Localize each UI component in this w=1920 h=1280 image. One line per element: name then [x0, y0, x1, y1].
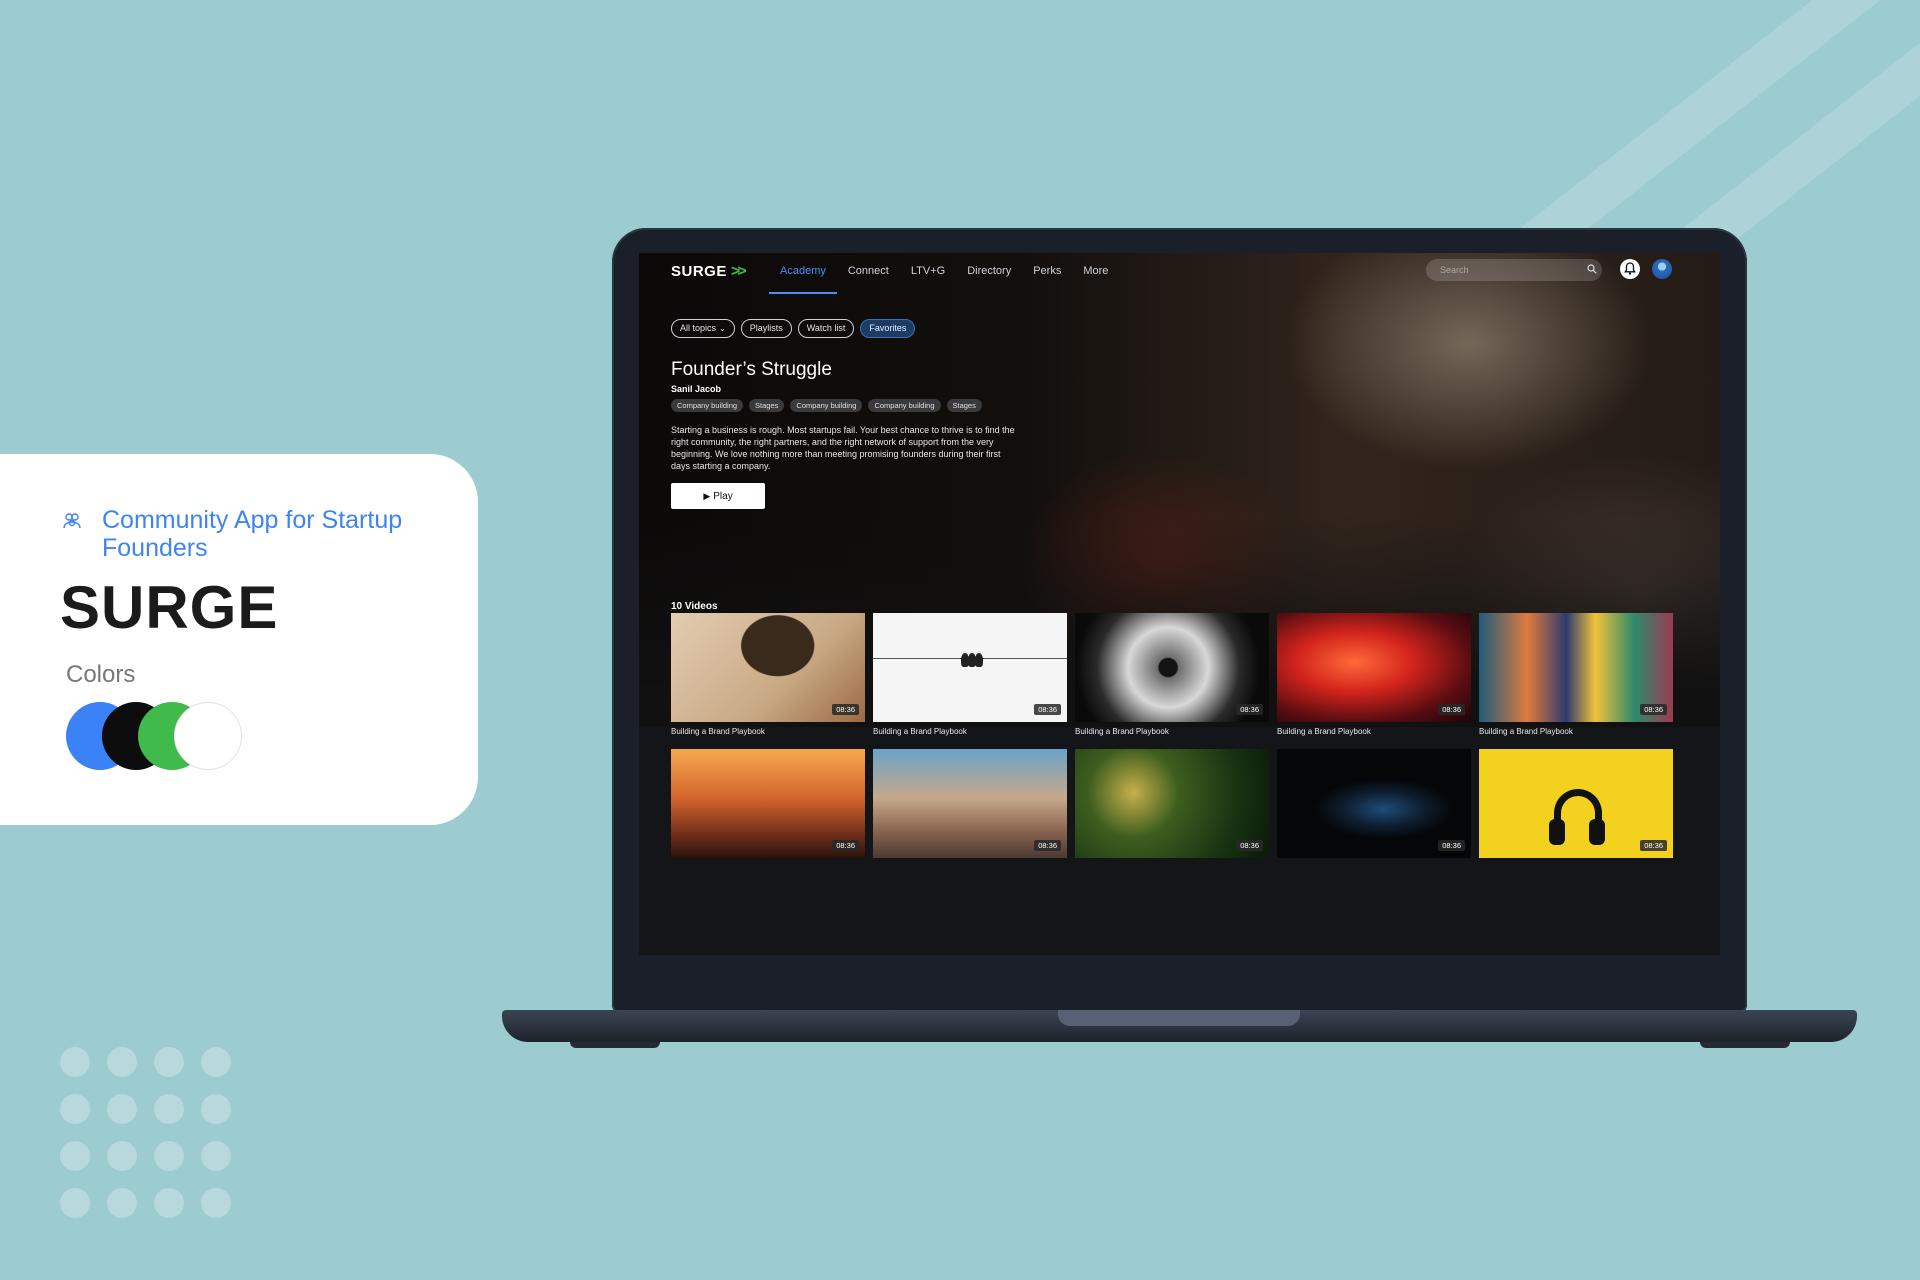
community-icon [63, 513, 81, 529]
videos-count-label: 10 Videos [671, 601, 718, 612]
featured-author: Sanil Jacob [671, 384, 722, 394]
video-card[interactable]: 08:36 [671, 749, 865, 858]
video-duration: 08:36 [1438, 840, 1465, 851]
video-duration: 08:36 [1640, 840, 1667, 851]
video-card[interactable]: 08:36 [873, 749, 1067, 858]
video-title[interactable]: Building a Brand Playbook [1479, 727, 1673, 736]
app-screen: SURGE >> Academy Connect LTV+G Directory … [639, 253, 1720, 955]
video-duration: 08:36 [1034, 704, 1061, 715]
video-thumbnail[interactable]: 08:36 [1479, 613, 1673, 722]
laptop-foot [1700, 1042, 1790, 1048]
color-swatch-white [174, 702, 242, 770]
nav-academy[interactable]: Academy [769, 262, 837, 294]
laptop-foot [570, 1042, 660, 1048]
app-title: SURGE [60, 574, 279, 641]
video-card[interactable]: 08:36 Building a Brand Playbook [1479, 613, 1673, 736]
all-topics-label: All topics [680, 323, 717, 333]
video-title[interactable]: Building a Brand Playbook [671, 727, 865, 736]
video-thumbnail[interactable]: 08:36 [1075, 749, 1269, 858]
video-card[interactable]: 08:36 Building a Brand Playbook [1075, 613, 1269, 736]
notification-bell-icon[interactable] [1620, 259, 1640, 279]
nav-perks[interactable]: Perks [1022, 262, 1072, 287]
video-title[interactable]: Building a Brand Playbook [873, 727, 1067, 736]
video-card[interactable]: 08:36 Building a Brand Playbook [1277, 613, 1471, 736]
app-subtitle: Community App for Startup Founders [102, 506, 403, 562]
featured-title: Founder’s Struggle [671, 359, 832, 380]
watch-list-chip[interactable]: Watch list [797, 319, 855, 338]
video-card[interactable]: 08:36 Building a Brand Playbook [873, 613, 1067, 736]
headphone-cup [1549, 819, 1565, 845]
video-card[interactable]: 08:36 Building a Brand Playbook [671, 613, 865, 736]
play-icon: ▶ [703, 491, 711, 501]
nav-more[interactable]: More [1072, 262, 1119, 287]
video-thumbnail[interactable]: 08:36 [1277, 749, 1471, 858]
all-topics-dropdown[interactable]: All topics ⌄ [671, 319, 735, 338]
video-thumbnail[interactable]: 08:36 [1479, 749, 1673, 858]
decorative-dot-grid [60, 1047, 240, 1227]
tag[interactable]: Company building [790, 399, 863, 412]
video-duration: 08:36 [1236, 704, 1263, 715]
chevron-down-icon: ⌄ [719, 324, 726, 333]
video-duration: 08:36 [1034, 840, 1061, 851]
tag[interactable]: Stages [946, 399, 982, 412]
tag[interactable]: Company building [671, 399, 744, 412]
surge-logo[interactable]: SURGE >> [671, 263, 747, 281]
main-nav: Academy Connect LTV+G Directory Perks Mo… [769, 262, 1119, 294]
nav-directory[interactable]: Directory [956, 262, 1022, 287]
video-row: 08:36 Building a Brand Playbook 08:36 Bu… [671, 613, 1673, 736]
tag[interactable]: Company building [868, 399, 941, 412]
bird-shape [975, 653, 983, 667]
playlists-chip[interactable]: Playlists [740, 319, 792, 338]
tag[interactable]: Stages [749, 399, 785, 412]
video-thumbnail[interactable]: 08:36 [1277, 613, 1471, 722]
featured-description: Starting a business is rough. Most start… [671, 425, 1015, 471]
video-duration: 08:36 [832, 704, 859, 715]
video-thumbnail[interactable]: 08:36 [873, 613, 1067, 722]
video-card[interactable]: 08:36 [1479, 749, 1673, 858]
user-avatar[interactable] [1652, 259, 1672, 279]
video-thumbnail[interactable]: 08:36 [873, 749, 1067, 858]
featured-tags: Company building Stages Company building… [671, 399, 982, 412]
video-thumbnail[interactable]: 08:36 [1075, 613, 1269, 722]
favorites-chip[interactable]: Favorites [860, 319, 916, 338]
logo-text: SURGE [671, 263, 727, 280]
video-card[interactable]: 08:36 [1277, 749, 1471, 858]
play-label: Play [713, 491, 733, 502]
search-input[interactable]: Search [1426, 259, 1602, 281]
play-button[interactable]: ▶ Play [671, 483, 765, 509]
video-title[interactable]: Building a Brand Playbook [1277, 727, 1471, 736]
headphone-cup [1589, 819, 1605, 845]
logo-arrows-icon: >> [730, 263, 747, 280]
video-row: 08:36 08:36 08:36 08:36 08:36 [671, 749, 1673, 858]
video-thumbnail[interactable]: 08:36 [671, 749, 865, 858]
video-thumbnail[interactable]: 08:36 [671, 613, 865, 722]
nav-ltvg[interactable]: LTV+G [900, 262, 956, 287]
colors-label: Colors [66, 661, 136, 688]
video-duration: 08:36 [1438, 704, 1465, 715]
video-card[interactable]: 08:36 [1075, 749, 1269, 858]
search-icon[interactable] [1587, 264, 1597, 274]
filter-bar: All topics ⌄ Playlists Watch list Favorit… [671, 319, 916, 338]
video-duration: 08:36 [1236, 840, 1263, 851]
video-duration: 08:36 [1640, 704, 1667, 715]
video-duration: 08:36 [832, 840, 859, 851]
video-title[interactable]: Building a Brand Playbook [1075, 727, 1269, 736]
nav-connect[interactable]: Connect [837, 262, 900, 287]
laptop-notch [1058, 1010, 1300, 1026]
